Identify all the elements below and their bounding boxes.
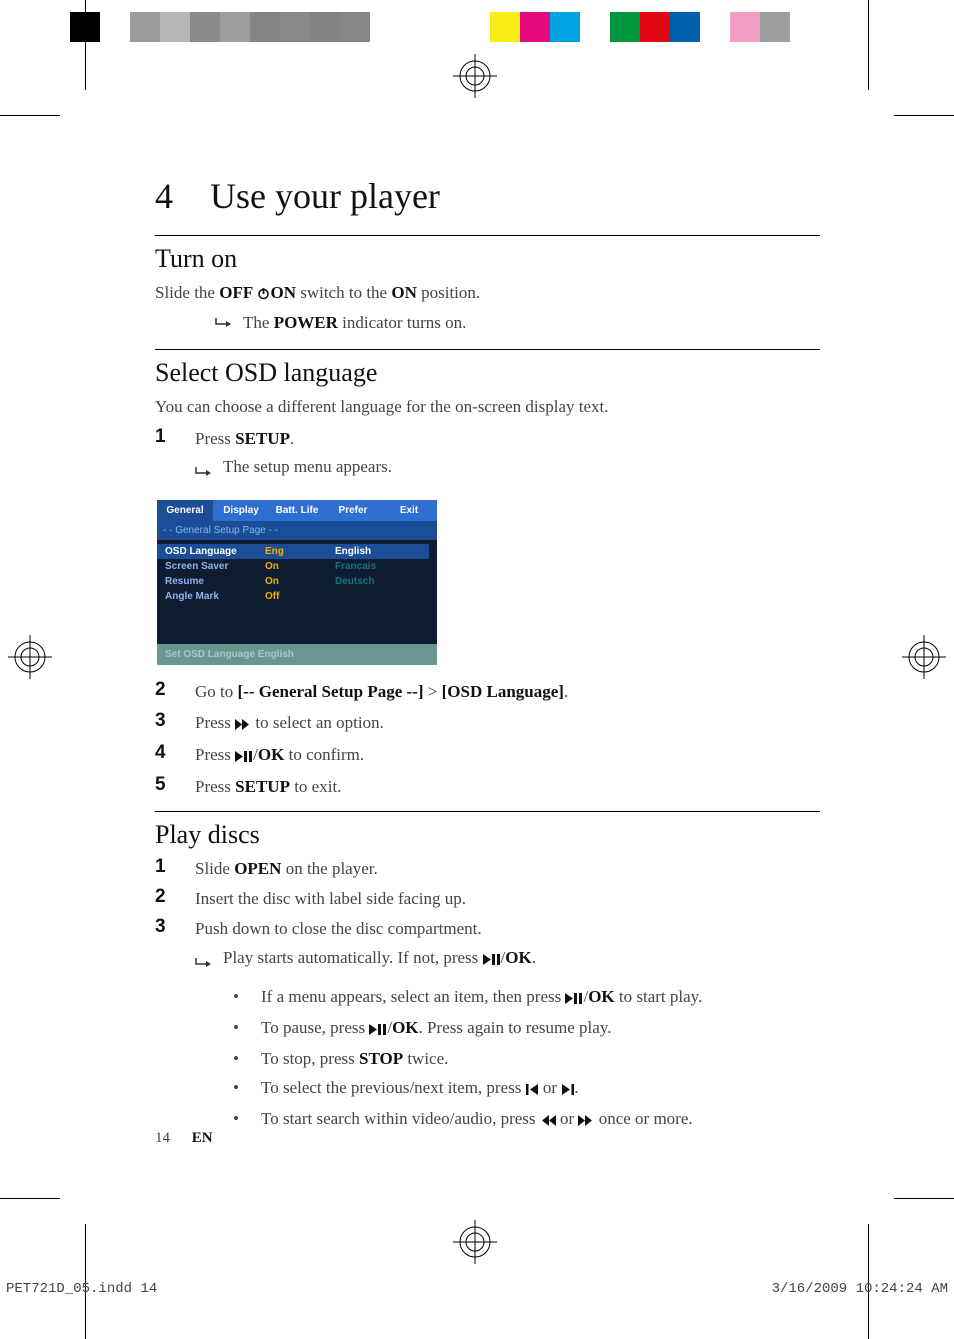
- next-track-icon: [561, 1076, 574, 1105]
- page-lang: EN: [192, 1130, 213, 1146]
- slug-left: PET721D_05.indd 14: [6, 1281, 157, 1297]
- section-heading-play: Play discs: [155, 820, 820, 850]
- page-number: 14: [155, 1130, 170, 1146]
- play-pause-icon: [483, 947, 501, 973]
- fast-forward-icon: [578, 1107, 594, 1136]
- osd-tab: General: [157, 500, 213, 521]
- prev-track-icon: [526, 1076, 539, 1105]
- osd-footer: Set OSD Language English: [157, 644, 437, 665]
- osd-row: OSD LanguageEng: [157, 544, 327, 559]
- play-bullets: •If a menu appears, select an item, then…: [233, 983, 820, 1135]
- chapter-heading: 4Use your player: [155, 175, 820, 217]
- rule: [155, 349, 820, 350]
- registration-mark-icon: [453, 54, 497, 98]
- chapter-title: Use your player: [210, 176, 440, 216]
- fast-forward-icon: [235, 712, 251, 738]
- play-pause-icon: [235, 744, 253, 770]
- crop-mark: [0, 115, 60, 116]
- osd-option: English: [327, 544, 429, 559]
- crop-mark: [85, 0, 86, 90]
- osd-row: Screen SaverOn: [157, 559, 327, 574]
- result-arrow-icon: [195, 945, 223, 977]
- result-arrow-icon: [215, 310, 243, 334]
- printer-colorbar: [70, 12, 820, 42]
- crop-mark: [894, 115, 954, 116]
- osd-intro: You can choose a different language for …: [155, 394, 820, 420]
- power-icon: [257, 282, 270, 308]
- play-steps: 1Slide OPEN on the player. 2Insert the d…: [155, 856, 820, 977]
- turn-on-instruction: Slide the OFF ON switch to the ON positi…: [155, 280, 820, 308]
- crop-mark: [894, 1198, 954, 1199]
- osd-tab: Exit: [381, 500, 437, 521]
- chapter-number: 4: [155, 175, 210, 217]
- osd-row: ResumeOn: [157, 574, 327, 589]
- registration-mark-icon: [453, 1220, 497, 1264]
- osd-steps: 1Press SETUP. The setup menu appears.: [155, 426, 820, 487]
- osd-row: Angle MarkOff: [157, 589, 327, 604]
- registration-mark-icon: [902, 635, 946, 679]
- osd-banner: - - General Setup Page - -: [157, 521, 437, 540]
- section-heading-turn-on: Turn on: [155, 244, 820, 274]
- play-pause-icon: [369, 1016, 387, 1045]
- crop-mark: [0, 1198, 60, 1199]
- osd-option: Francais: [335, 559, 429, 574]
- osd-tab: Display: [213, 500, 269, 521]
- rule: [155, 811, 820, 812]
- rule: [155, 235, 820, 236]
- play-pause-icon: [565, 985, 583, 1014]
- osd-tab: Prefer: [325, 500, 381, 521]
- page-footer: 14 EN: [155, 1130, 213, 1147]
- osd-option: Deutsch: [335, 574, 429, 589]
- slug-right: 3/16/2009 10:24:24 AM: [772, 1281, 948, 1297]
- result-line: The POWER indicator turns on.: [215, 310, 820, 336]
- crop-mark: [868, 0, 869, 90]
- osd-tab: Batt. Life: [269, 500, 325, 521]
- registration-mark-icon: [8, 635, 52, 679]
- section-heading-osd: Select OSD language: [155, 358, 820, 388]
- page-content: 4Use your player Turn on Slide the OFF O…: [155, 175, 820, 1135]
- rewind-icon: [540, 1107, 556, 1136]
- osd-steps-cont: 2Go to [-- General Setup Page --] > [OSD…: [155, 679, 820, 800]
- osd-screenshot: GeneralDisplayBatt. LifePreferExit - - G…: [157, 500, 437, 665]
- result-arrow-icon: [195, 454, 223, 486]
